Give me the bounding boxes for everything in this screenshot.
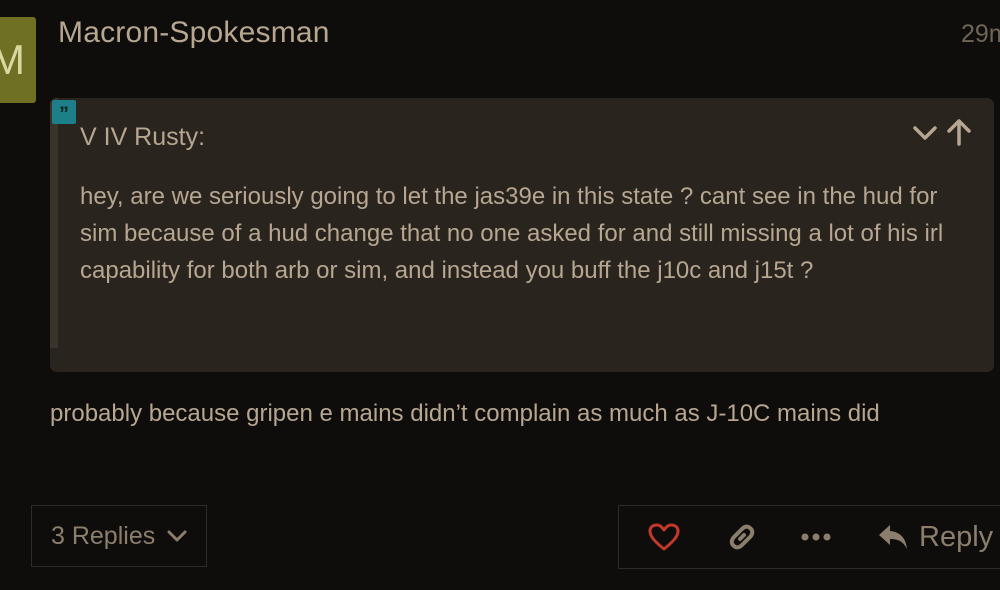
post-timestamp[interactable]: 29m — [961, 20, 1000, 49]
post-username[interactable]: Macron-Spokesman — [58, 16, 330, 50]
chevron-down-icon[interactable] — [912, 120, 938, 146]
more-options-button[interactable] — [791, 506, 841, 568]
reply-arrow-icon — [879, 525, 907, 549]
post-actions: Reply — [618, 505, 1000, 569]
quote-block: ” V IV Rusty: hey, are we seriously goin… — [50, 98, 994, 372]
avatar[interactable]: M — [0, 17, 36, 103]
heart-icon — [648, 523, 680, 551]
quote-author[interactable]: V IV Rusty: — [80, 123, 205, 152]
chevron-down-icon — [167, 530, 187, 542]
replies-label: 3 Replies — [51, 521, 156, 550]
link-icon — [729, 524, 755, 550]
ellipsis-icon — [801, 533, 831, 541]
copy-link-button[interactable] — [717, 506, 767, 568]
like-button[interactable] — [639, 506, 689, 568]
forum-post: M Macron-Spokesman 29m ” V IV Rusty: hey… — [0, 0, 1000, 590]
quote-marks-icon: ” — [52, 100, 76, 125]
arrow-up-icon[interactable] — [946, 118, 972, 146]
quote-rail — [50, 98, 58, 348]
post-body: probably because gripen e mains didn’t c… — [50, 400, 880, 427]
quote-controls — [912, 118, 972, 148]
show-replies-button[interactable]: 3 Replies — [31, 505, 207, 567]
reply-label: Reply — [919, 520, 994, 553]
quote-text: hey, are we seriously going to let the j… — [80, 183, 944, 284]
reply-button[interactable]: Reply — [877, 506, 1000, 568]
avatar-letter: M — [0, 36, 25, 83]
